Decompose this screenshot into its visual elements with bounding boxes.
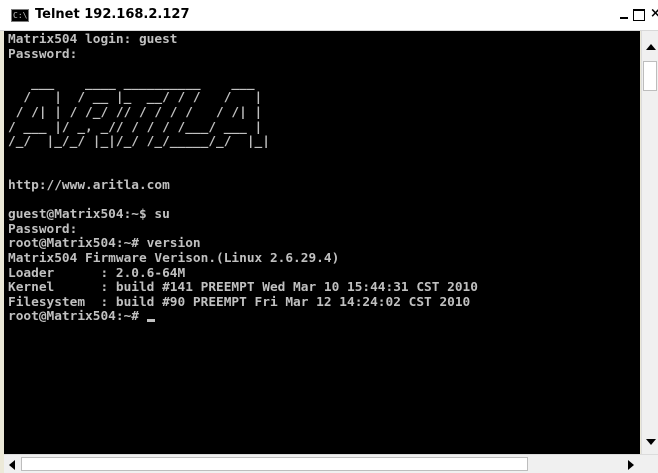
ascii-logo-line: / /| | / /_/ // / / / / / /| | bbox=[8, 104, 263, 120]
ascii-logo-line: ___ ____ __________ ___ bbox=[8, 75, 255, 91]
window-title: Telnet 192.168.2.127 bbox=[35, 7, 190, 22]
scroll-up-icon[interactable] bbox=[646, 44, 656, 50]
terminal-line: Password: bbox=[8, 221, 78, 237]
terminal-cursor bbox=[146, 319, 155, 323]
close-icon[interactable]: × bbox=[650, 9, 658, 21]
terminal-url-line: http://www.aritla.com bbox=[8, 177, 170, 193]
ascii-logo-line: /_/ |_/_/ |_|/_/ /_/_____/_/ |_| bbox=[8, 134, 270, 150]
terminal-line: guest@Matrix504:~$ su bbox=[8, 207, 170, 223]
console-icon[interactable]: C:\ bbox=[11, 9, 29, 22]
terminal-console[interactable]: Matrix504 login: guest Password: ___ ___… bbox=[4, 31, 640, 454]
terminal-line: Matrix504 login: guest bbox=[8, 32, 178, 47]
telnet-window: C:\ Telnet 192.168.2.127 × Matrix504 log… bbox=[0, 0, 658, 473]
vertical-scroll-thumb[interactable] bbox=[643, 61, 657, 91]
title-bar[interactable]: C:\ Telnet 192.168.2.127 × bbox=[0, 0, 658, 31]
ascii-logo-line: / ___ |/ _, _// / / / /___/ ___ | bbox=[8, 119, 263, 135]
terminal-line: root@Matrix504:~# version bbox=[8, 236, 201, 252]
terminal-line: Kernel : build #141 PREEMPT Wed Mar 10 1… bbox=[8, 280, 478, 296]
console-icon-text: C:\ bbox=[13, 11, 28, 20]
horizontal-scroll-thumb[interactable] bbox=[21, 457, 528, 471]
terminal-prompt: root@Matrix504:~# bbox=[8, 309, 147, 325]
terminal-line: Loader : 2.0.6-64M bbox=[8, 265, 186, 281]
maximize-icon[interactable] bbox=[633, 9, 645, 21]
terminal-line: Password: bbox=[8, 46, 78, 62]
scroll-down-icon[interactable] bbox=[646, 439, 656, 445]
ascii-logo-line: / | / __ |_ __/ / / / | bbox=[8, 90, 263, 106]
horizontal-scrollbar[interactable] bbox=[4, 454, 658, 473]
minimize-icon[interactable] bbox=[618, 9, 630, 21]
scroll-right-icon[interactable] bbox=[628, 460, 634, 470]
scroll-left-icon[interactable] bbox=[9, 460, 15, 470]
terminal-line: Matrix504 Firmware Verison.(Linux 2.6.29… bbox=[8, 250, 340, 266]
vertical-scrollbar[interactable] bbox=[641, 31, 658, 454]
terminal-line: Filesystem : build #90 PREEMPT Fri Mar 1… bbox=[8, 294, 471, 310]
